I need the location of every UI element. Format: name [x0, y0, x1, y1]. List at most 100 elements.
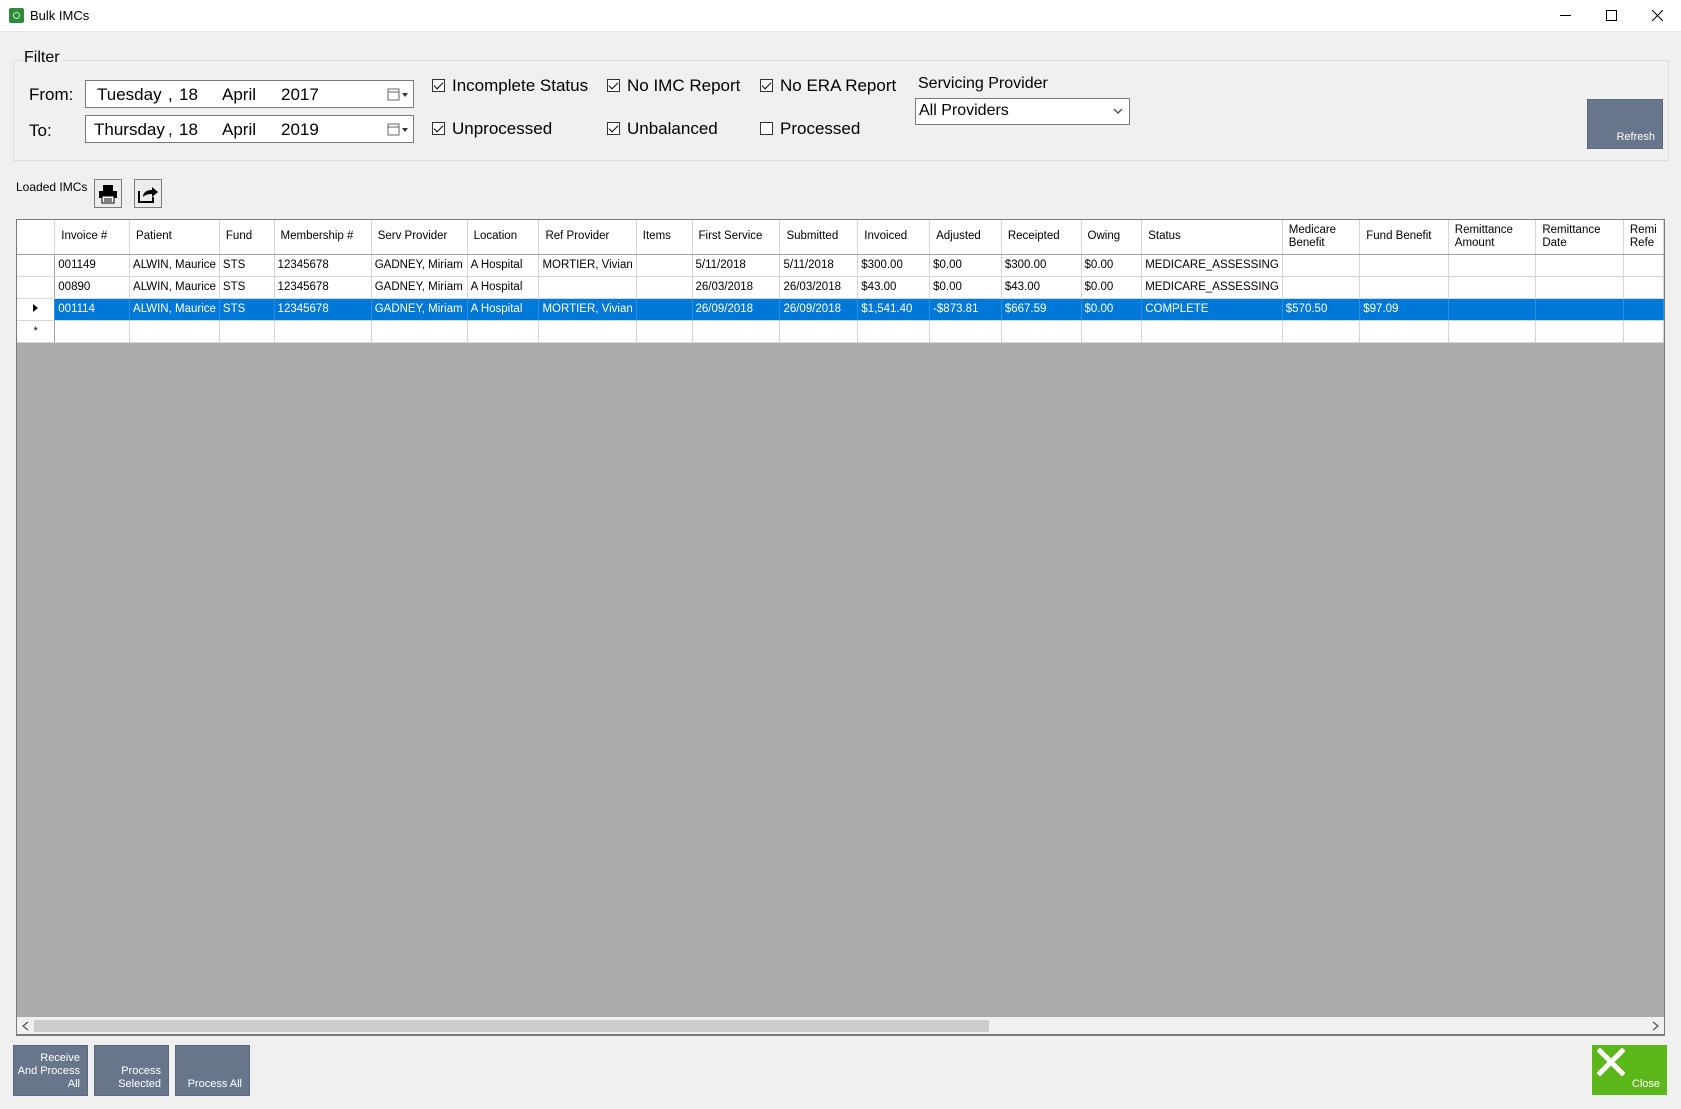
table-cell[interactable]: STS	[219, 254, 275, 277]
new-row[interactable]: *	[17, 320, 1664, 343]
table-cell[interactable]: STS	[219, 298, 275, 321]
table-cell[interactable]: 5/11/2018	[692, 254, 781, 277]
column-header[interactable]: Fund	[219, 220, 275, 255]
row-header-corner[interactable]	[17, 220, 56, 255]
table-cell[interactable]: ALWIN, Maurice	[129, 276, 220, 299]
table-cell[interactable]: 26/09/2018	[779, 298, 859, 321]
column-header[interactable]: Fund Benefit	[1359, 220, 1449, 255]
table-cell[interactable]: 5/11/2018	[779, 254, 859, 277]
table-cell[interactable]: 12345678	[274, 298, 372, 321]
table-cell[interactable]: $0.00	[1081, 298, 1143, 321]
table-cell[interactable]	[54, 320, 131, 343]
table-cell[interactable]	[1282, 254, 1361, 277]
table-cell[interactable]	[1448, 320, 1537, 343]
maximize-button[interactable]	[1588, 0, 1634, 31]
table-cell[interactable]	[1001, 320, 1082, 343]
calendar-dropdown-icon[interactable]	[387, 88, 409, 102]
table-cell[interactable]	[467, 320, 540, 343]
column-header[interactable]: Invoiced	[857, 220, 931, 255]
table-cell[interactable]: 26/03/2018	[779, 276, 859, 299]
scroll-left-icon[interactable]	[22, 1021, 29, 1031]
table-cell[interactable]: GADNEY, Miriam	[371, 254, 468, 277]
no-era-report-label[interactable]: No ERA Report	[780, 76, 896, 96]
table-cell[interactable]	[538, 320, 637, 343]
table-cell[interactable]: ALWIN, Maurice	[129, 254, 220, 277]
table-cell[interactable]: ALWIN, Maurice	[129, 298, 220, 321]
no-era-report-checkbox[interactable]	[760, 79, 773, 92]
table-cell[interactable]: $97.09	[1359, 298, 1449, 321]
table-cell[interactable]	[1535, 320, 1624, 343]
unbalanced-label[interactable]: Unbalanced	[627, 119, 718, 139]
table-cell[interactable]	[1081, 320, 1143, 343]
table-cell[interactable]	[1448, 254, 1537, 277]
processed-label[interactable]: Processed	[780, 119, 860, 139]
table-cell[interactable]: $667.59	[1001, 298, 1082, 321]
table-cell[interactable]: $300.00	[857, 254, 931, 277]
column-header[interactable]: Remittance Amount	[1448, 220, 1537, 255]
column-header[interactable]: Location	[467, 220, 540, 255]
column-header[interactable]: Receipted	[1001, 220, 1082, 255]
table-cell[interactable]: -$873.81	[929, 298, 1002, 321]
column-header[interactable]: Remi Refe	[1623, 220, 1664, 255]
calendar-dropdown-icon[interactable]	[387, 123, 409, 137]
column-header[interactable]: Remittance Date	[1535, 220, 1624, 255]
horizontal-scrollbar[interactable]	[16, 1017, 1665, 1035]
table-cell[interactable]: 26/09/2018	[692, 298, 781, 321]
table-cell[interactable]	[1623, 298, 1664, 321]
table-cell[interactable]: 12345678	[274, 276, 372, 299]
processed-checkbox[interactable]	[760, 122, 773, 135]
table-cell[interactable]: 001149	[54, 254, 131, 277]
close-button[interactable]: Close	[1592, 1045, 1667, 1095]
table-cell[interactable]: MORTIER, Vivian	[538, 298, 637, 321]
no-imc-report-label[interactable]: No IMC Report	[627, 76, 740, 96]
table-cell[interactable]	[1623, 254, 1664, 277]
table-row[interactable]: 001149 ALWIN, Maurice STS 12345678 GADNEY, M…	[17, 254, 1664, 277]
table-cell[interactable]: A Hospital	[467, 298, 540, 321]
table-cell[interactable]: 26/03/2018	[692, 276, 781, 299]
table-cell[interactable]	[371, 320, 468, 343]
table-cell[interactable]	[692, 320, 781, 343]
table-cell[interactable]: GADNEY, Miriam	[371, 276, 468, 299]
table-cell[interactable]	[636, 320, 693, 343]
table-cell[interactable]	[1448, 276, 1537, 299]
table-cell[interactable]: $570.50	[1282, 298, 1361, 321]
table-cell[interactable]	[1359, 254, 1449, 277]
servicing-provider-select[interactable]: All Providers	[915, 98, 1130, 125]
table-cell[interactable]: $0.00	[1081, 254, 1143, 277]
table-cell[interactable]	[1535, 276, 1624, 299]
row-header[interactable]	[17, 276, 56, 299]
imc-data-grid[interactable]: Invoice # Patient Fund Membership # Serv…	[16, 219, 1665, 1036]
table-cell[interactable]	[219, 320, 275, 343]
no-imc-report-checkbox[interactable]	[607, 79, 620, 92]
refresh-button[interactable]: Refresh	[1587, 99, 1663, 149]
table-cell[interactable]: 12345678	[274, 254, 372, 277]
unbalanced-checkbox[interactable]	[607, 122, 620, 135]
column-header[interactable]: Owing	[1081, 220, 1143, 255]
table-cell[interactable]	[636, 298, 693, 321]
process-selected-button[interactable]: Process Selected	[94, 1045, 169, 1096]
row-header[interactable]	[17, 298, 56, 321]
receive-and-process-all-button[interactable]: Receive And Process All	[13, 1045, 88, 1096]
table-cell[interactable]: 00890	[54, 276, 131, 299]
table-row[interactable]: 001114 ALWIN, Maurice STS 12345678 GADNEY, M…	[17, 298, 1664, 321]
table-cell[interactable]	[1359, 276, 1449, 299]
table-cell[interactable]	[1282, 276, 1361, 299]
close-window-button[interactable]	[1634, 0, 1680, 31]
table-cell[interactable]: $43.00	[857, 276, 931, 299]
column-header[interactable]: Adjusted	[929, 220, 1002, 255]
table-cell[interactable]: $300.00	[1001, 254, 1082, 277]
table-cell[interactable]: 001114	[54, 298, 131, 321]
table-cell[interactable]: MEDICARE_ASSESSING	[1141, 254, 1283, 277]
print-button[interactable]	[94, 179, 122, 208]
table-cell[interactable]	[1141, 320, 1283, 343]
table-cell[interactable]	[274, 320, 372, 343]
table-cell[interactable]	[857, 320, 931, 343]
table-cell[interactable]: GADNEY, Miriam	[371, 298, 468, 321]
process-all-button[interactable]: Process All	[175, 1045, 250, 1096]
table-cell[interactable]: $0.00	[1081, 276, 1143, 299]
from-date-picker[interactable]: Tuesday , 18 April 2017	[85, 80, 414, 108]
table-cell[interactable]: COMPLETE	[1141, 298, 1283, 321]
column-header[interactable]: Membership #	[274, 220, 372, 255]
table-cell[interactable]	[636, 254, 693, 277]
column-header[interactable]: First Service	[692, 220, 781, 255]
